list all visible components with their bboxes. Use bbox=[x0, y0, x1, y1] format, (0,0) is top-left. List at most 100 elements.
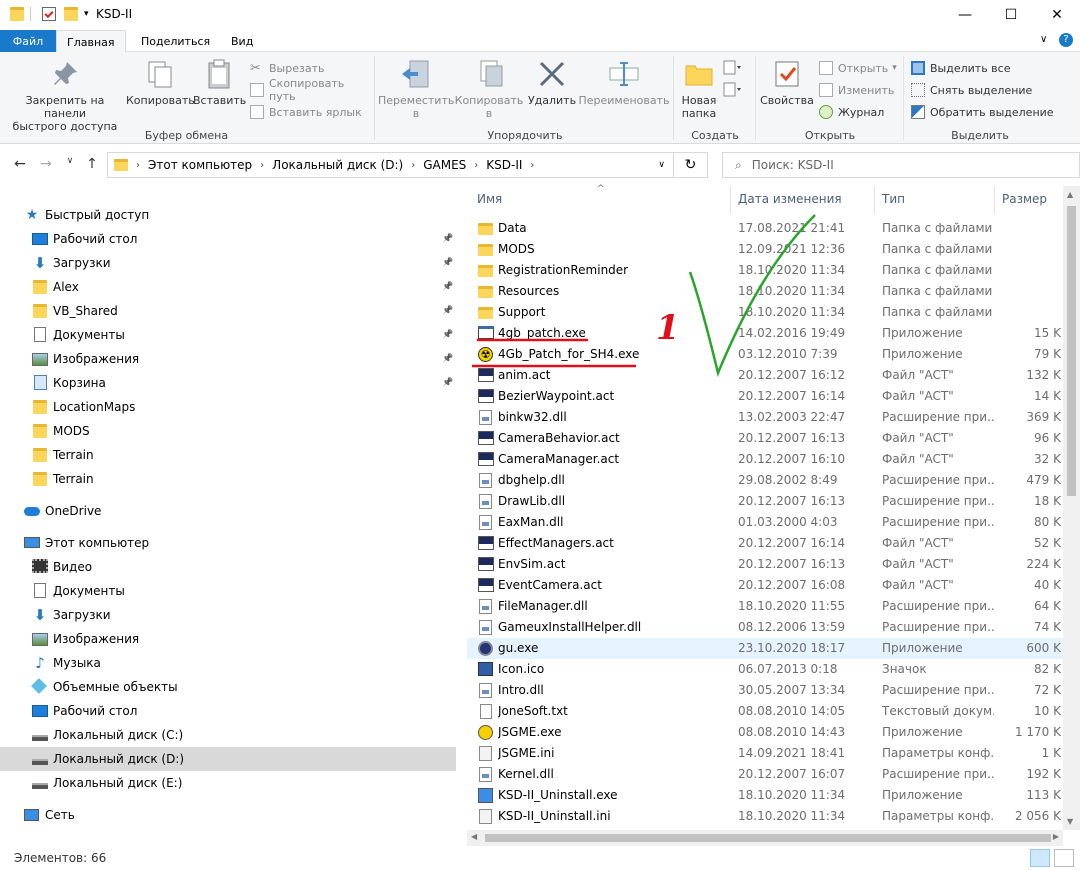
nav-pc-item[interactable]: Локальный диск (D:) bbox=[0, 747, 456, 771]
h-scroll-thumb[interactable] bbox=[485, 834, 1051, 842]
horizontal-scrollbar[interactable]: ◀ ▶ bbox=[467, 830, 1063, 846]
history-button[interactable]: Журнал bbox=[819, 102, 884, 122]
nav-network[interactable]: Сеть bbox=[0, 803, 456, 827]
file-row[interactable]: Icon.ico 06.07.2013 0:18 Значок 82 K bbox=[467, 659, 1063, 680]
nav-pc-item[interactable]: ⬇ Загрузки bbox=[0, 603, 456, 627]
close-button[interactable]: ✕ bbox=[1034, 0, 1080, 30]
rename-button[interactable]: Переименовать bbox=[578, 58, 670, 107]
copy-button[interactable]: Копировать bbox=[126, 58, 195, 107]
nav-pc-item[interactable]: Рабочий стол bbox=[0, 699, 456, 723]
scroll-thumb[interactable] bbox=[1067, 206, 1076, 496]
up-button[interactable]: ↑ bbox=[82, 156, 102, 172]
tab-file[interactable]: Файл bbox=[0, 30, 56, 52]
nav-pc-item[interactable]: Видео bbox=[0, 555, 456, 579]
column-date[interactable]: Дата изменения bbox=[738, 192, 842, 206]
help-icon[interactable]: ? bbox=[1059, 33, 1073, 47]
nav-quick-item[interactable]: Корзина 📌 bbox=[0, 371, 456, 395]
paste-button[interactable]: Вставить bbox=[193, 58, 246, 107]
file-row[interactable]: JoneSoft.txt 08.08.2010 14:05 Текстовый до… bbox=[467, 701, 1063, 722]
forward-button[interactable]: → bbox=[36, 156, 56, 172]
tab-share[interactable]: Поделиться bbox=[131, 30, 220, 52]
file-row[interactable]: CameraBehavior.act 20.12.2007 16:13 Файл "… bbox=[467, 428, 1063, 449]
column-size[interactable]: Размер bbox=[1002, 192, 1047, 206]
cut-button[interactable]: ✂ Вырезать bbox=[250, 58, 324, 78]
file-type: Расширение при... bbox=[882, 599, 994, 613]
maximize-button[interactable]: ☐ bbox=[988, 0, 1034, 30]
vertical-scrollbar[interactable]: ▲ ▼ bbox=[1063, 186, 1080, 830]
nav-quick-item[interactable]: LocationMaps bbox=[0, 395, 456, 419]
nav-this-pc[interactable]: Этот компьютер bbox=[0, 531, 456, 555]
easy-access-icon[interactable] bbox=[723, 82, 741, 98]
select-none-button[interactable]: Снять выделение bbox=[911, 80, 1032, 100]
nav-pc-item[interactable]: Локальный диск (E:) bbox=[0, 771, 456, 795]
details-view-icon[interactable] bbox=[1030, 849, 1050, 867]
file-row[interactable]: Intro.dll 30.05.2007 13:34 Расширение при.… bbox=[467, 680, 1063, 701]
search-input[interactable]: ⌕ Поиск: KSD-II bbox=[722, 152, 1080, 178]
column-name[interactable]: Имя bbox=[477, 192, 502, 206]
delete-button[interactable]: Удалить bbox=[526, 58, 578, 107]
breadcrumb-games[interactable]: GAMES bbox=[423, 158, 466, 172]
copy-path-button[interactable]: Скопировать путь bbox=[250, 77, 373, 103]
tab-view[interactable]: Вид bbox=[221, 30, 263, 52]
file-row[interactable]: CameraManager.act 20.12.2007 16:10 Файл "A… bbox=[467, 449, 1063, 470]
large-icons-view-icon[interactable] bbox=[1054, 849, 1074, 867]
nav-pc-item[interactable]: Документы bbox=[0, 579, 456, 603]
new-item-icon[interactable] bbox=[723, 60, 741, 76]
open-button[interactable]: Открыть ▾ bbox=[819, 58, 897, 78]
nav-quick-item[interactable]: Alex 📌 bbox=[0, 275, 456, 299]
nav-quick-item[interactable]: Изображения 📌 bbox=[0, 347, 456, 371]
file-row[interactable]: EaxMan.dll 01.03.2000 4:03 Расширение при.… bbox=[467, 512, 1063, 533]
column-type[interactable]: Тип bbox=[882, 192, 905, 206]
new-folder-button[interactable]: Новая папка bbox=[677, 58, 721, 120]
file-row[interactable]: FileManager.dll 18.10.2020 11:55 Расширени… bbox=[467, 596, 1063, 617]
nav-pc-item[interactable]: ♪ Музыка bbox=[0, 651, 456, 675]
invert-selection-button[interactable]: Обратить выделение bbox=[911, 102, 1054, 122]
tab-home[interactable]: Главная bbox=[56, 30, 126, 53]
nav-quick-item[interactable]: Документы 📌 bbox=[0, 323, 456, 347]
nav-pc-item[interactable]: Изображения bbox=[0, 627, 456, 651]
properties-qa-icon[interactable] bbox=[42, 7, 56, 21]
file-row[interactable]: EnvSim.act 20.12.2007 16:13 Файл "ACT" 224 … bbox=[467, 554, 1063, 575]
file-row[interactable]: Kernel.dll 20.12.2007 16:07 Расширение при… bbox=[467, 764, 1063, 785]
file-row[interactable]: GameuxInstallHelper.dll 08.12.2006 13:59 Р… bbox=[467, 617, 1063, 638]
address-bar[interactable]: › Этот компьютер › Локальный диск (D:) ›… bbox=[107, 152, 674, 178]
move-to-button[interactable]: Переместить в bbox=[378, 58, 454, 120]
file-row[interactable]: BezierWaypoint.act 20.12.2007 16:14 Файл "… bbox=[467, 386, 1063, 407]
file-row[interactable]: dbghelp.dll 29.08.2002 8:49 Расширение при… bbox=[467, 470, 1063, 491]
paste-shortcut-button[interactable]: Вставить ярлык bbox=[250, 102, 362, 122]
breadcrumb-ksd-ii[interactable]: KSD-II bbox=[486, 158, 522, 172]
file-row[interactable]: JSGME.ini 14.09.2021 18:41 Параметры конф.… bbox=[467, 743, 1063, 764]
nav-quick-item[interactable]: ⬇ Загрузки 📌 bbox=[0, 251, 456, 275]
minimize-button[interactable]: — bbox=[942, 0, 988, 30]
recent-locations-button[interactable]: ∨ bbox=[60, 156, 80, 166]
file-row[interactable]: EffectManagers.act 20.12.2007 16:14 Файл "… bbox=[467, 533, 1063, 554]
copy-to-button[interactable]: Копировать в bbox=[454, 58, 524, 120]
pin-quick-access-button[interactable]: Закрепить на панели быстрого доступа bbox=[4, 58, 126, 133]
edit-button[interactable]: Изменить bbox=[819, 80, 894, 100]
breadcrumb-drive-d[interactable]: Локальный диск (D:) bbox=[272, 158, 403, 172]
nav-pc-item[interactable]: Объемные объекты bbox=[0, 675, 456, 699]
select-all-button[interactable]: Выделить все bbox=[911, 58, 1010, 78]
nav-onedrive[interactable]: OneDrive bbox=[0, 499, 456, 523]
file-row[interactable]: KSD-II_Uninstall.ini 18.10.2020 11:34 Пара… bbox=[467, 806, 1063, 827]
file-row[interactable]: KSD-II_Uninstall.exe 18.10.2020 11:34 Прил… bbox=[467, 785, 1063, 806]
nav-pc-item[interactable]: Локальный диск (C:) bbox=[0, 723, 456, 747]
nav-quick-item[interactable]: VB_Shared 📌 bbox=[0, 299, 456, 323]
ribbon-collapse-icon[interactable]: ∨ bbox=[1040, 34, 1047, 45]
file-row[interactable]: gu.exe 23.10.2020 18:17 Приложение 600 K bbox=[467, 638, 1063, 659]
properties-button[interactable]: Свойства bbox=[759, 58, 815, 107]
file-row[interactable]: JSGME.exe 08.08.2010 14:43 Приложение 1 170… bbox=[467, 722, 1063, 743]
nav-quick-item[interactable]: Рабочий стол 📌 bbox=[0, 227, 456, 251]
nav-quick-access[interactable]: ★ Быстрый доступ bbox=[0, 203, 456, 227]
file-row[interactable]: EventCamera.act 20.12.2007 16:08 Файл "ACT… bbox=[467, 575, 1063, 596]
nav-quick-item[interactable]: Terrain bbox=[0, 467, 456, 491]
nav-quick-item[interactable]: MODS bbox=[0, 419, 456, 443]
file-row[interactable]: DrawLib.dll 20.12.2007 16:13 Расширение пр… bbox=[467, 491, 1063, 512]
nav-quick-item[interactable]: Terrain bbox=[0, 443, 456, 467]
refresh-button[interactable]: ↻ bbox=[674, 152, 708, 178]
file-row[interactable]: binkw32.dll 13.02.2003 22:47 Расширение пр… bbox=[467, 407, 1063, 428]
new-folder-qa-icon[interactable] bbox=[64, 7, 78, 21]
breadcrumb-this-pc[interactable]: Этот компьютер bbox=[148, 158, 252, 172]
back-button[interactable]: ← bbox=[10, 156, 30, 172]
address-dropdown-icon[interactable]: ∨ bbox=[658, 160, 665, 170]
